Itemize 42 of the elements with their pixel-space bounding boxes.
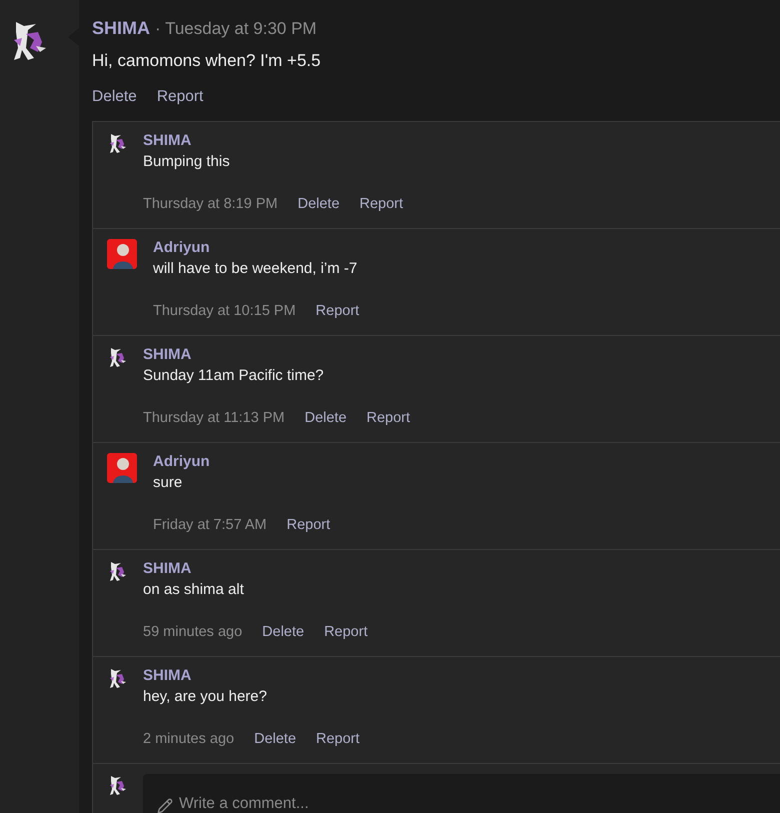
author-name[interactable]: SHIMA xyxy=(92,16,150,40)
action-link[interactable]: Delete xyxy=(262,621,304,643)
comment-time: Thursday at 11:13 PM xyxy=(143,409,285,428)
action-link[interactable]: Report xyxy=(366,407,410,429)
comment-input[interactable]: Write a comment... xyxy=(143,774,780,813)
author-name[interactable]: SHIMA xyxy=(143,131,404,151)
action-link[interactable]: Report xyxy=(286,514,330,536)
comment-time: 2 minutes ago xyxy=(143,730,234,749)
author-name[interactable]: SHIMA xyxy=(143,559,368,579)
avatar-icon xyxy=(107,774,127,796)
comment-text: on as shima alt xyxy=(143,580,245,600)
comment-time: Thursday at 10:15 PM xyxy=(153,302,296,321)
comment-text: Bumping this xyxy=(143,152,231,172)
action-link[interactable]: Report xyxy=(316,728,360,750)
post-text: Hi, camomons when? I'm +5.5 xyxy=(92,50,322,72)
pencil-icon xyxy=(157,798,173,813)
comment-text: Sunday 11am Pacific time? xyxy=(143,366,325,386)
action-link[interactable]: Delete xyxy=(304,407,347,429)
author-name[interactable]: SHIMA xyxy=(143,666,360,686)
comment-time: Thursday at 8:19 PM xyxy=(143,195,278,214)
comment-text: sure xyxy=(153,473,184,493)
action-link[interactable]: Delete xyxy=(298,193,340,215)
avatar-icon xyxy=(107,346,127,368)
avatar-icon xyxy=(107,667,127,689)
avatar-icon xyxy=(107,239,137,269)
avatar-icon xyxy=(107,560,127,582)
action-link[interactable]: Delete xyxy=(254,728,296,750)
comment-time: Friday at 7:57 AM xyxy=(153,516,267,535)
avatar-icon xyxy=(107,132,127,154)
action-link[interactable]: Delete xyxy=(92,86,137,108)
author-name[interactable]: Adriyun xyxy=(153,452,330,472)
comment-time: 59 minutes ago xyxy=(143,623,242,642)
author-name[interactable]: Adriyun xyxy=(153,238,360,258)
comment-text: will have to be weekend, i’m -7 xyxy=(153,259,358,279)
author-name[interactable]: SHIMA xyxy=(143,345,410,365)
action-link[interactable]: Report xyxy=(324,621,368,643)
post-time: · Tuesday at 9:30 PM xyxy=(155,19,317,39)
action-link[interactable]: Report xyxy=(156,86,204,108)
action-link[interactable]: Report xyxy=(316,300,360,322)
comment-text: hey, are you here? xyxy=(143,687,268,707)
avatar-icon xyxy=(107,453,137,483)
action-link[interactable]: Report xyxy=(360,193,404,215)
